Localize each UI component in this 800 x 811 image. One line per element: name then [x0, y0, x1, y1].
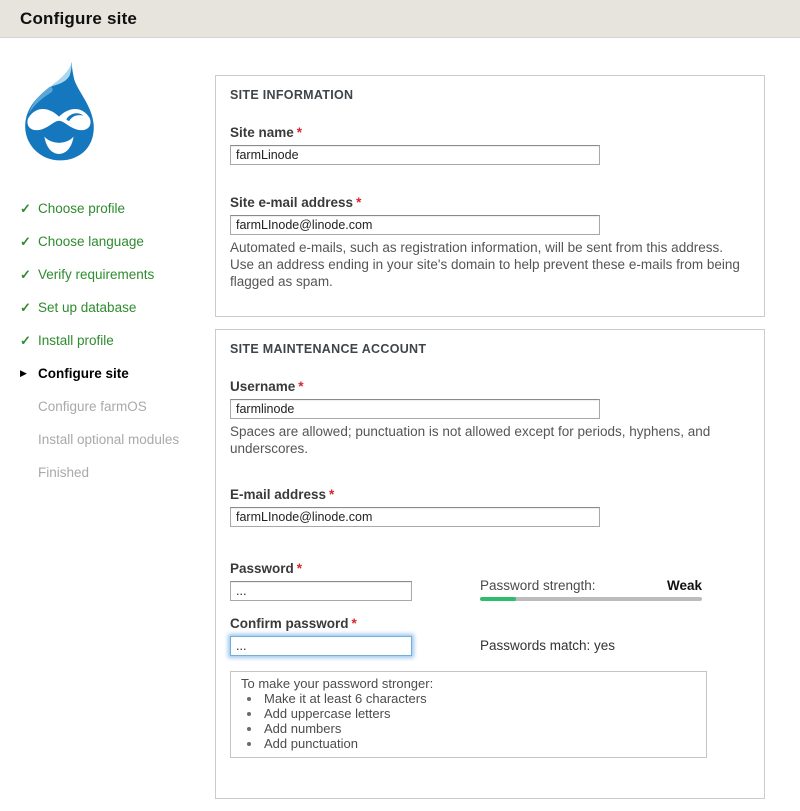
required-asterisk: * [297, 561, 302, 576]
password-tip-item: Make it at least 6 characters [262, 691, 696, 706]
account-email-label: E-mail address* [230, 487, 750, 502]
sidebar-step-label: Configure farmOS [38, 399, 147, 414]
confirm-password-label: Confirm password* [230, 616, 412, 631]
site-name-form-item: Site name* [230, 125, 750, 165]
site-name-label: Site name* [230, 125, 750, 140]
sidebar-step-label: Verify requirements [38, 267, 154, 282]
drupal-logo-icon [13, 62, 105, 164]
site-email-label: Site e-mail address* [230, 195, 750, 210]
check-icon: ✓ [20, 301, 38, 314]
password-strength-bar [480, 597, 702, 601]
passwords-match-status: Passwords match: yes [480, 638, 702, 653]
site-email-input[interactable] [230, 215, 600, 235]
sidebar-step-label: Choose language [38, 234, 144, 249]
password-strength-level: Weak [667, 578, 702, 593]
install-sidebar: ✓Choose profile✓Choose language✓Verify r… [0, 38, 215, 811]
required-asterisk: * [298, 379, 303, 394]
page-title: Configure site [20, 9, 137, 29]
required-asterisk: * [356, 195, 361, 210]
site-information-legend: SITE INFORMATION [230, 88, 750, 102]
password-strength-fill [480, 597, 516, 601]
check-icon: ✓ [20, 268, 38, 281]
sidebar-step-label: Set up database [38, 300, 136, 315]
maintenance-account-legend: SITE MAINTENANCE ACCOUNT [230, 342, 750, 356]
check-icon: ✓ [20, 202, 38, 215]
check-icon: ✓ [20, 334, 38, 347]
password-label: Password* [230, 561, 412, 576]
sidebar-step-choose-language: ✓Choose language [0, 225, 215, 258]
password-tip-item: Add numbers [262, 721, 696, 736]
username-form-item: Username* Spaces are allowed; punctuatio… [230, 379, 750, 457]
required-asterisk: * [352, 616, 357, 631]
sidebar-step-label: Configure site [38, 366, 129, 381]
password-strength-label: Password strength: [480, 578, 596, 593]
account-email-input[interactable] [230, 507, 600, 527]
password-row: Password* Password strength: Weak [230, 561, 750, 601]
sidebar-step-install-optional-modules: Install optional modules [0, 423, 215, 456]
check-icon: ✓ [20, 235, 38, 248]
site-email-form-item: Site e-mail address* Automated e-mails, … [230, 195, 750, 290]
username-input[interactable] [230, 399, 600, 419]
sidebar-step-finished: Finished [0, 456, 215, 489]
password-tip-item: Add punctuation [262, 736, 696, 751]
username-label: Username* [230, 379, 750, 394]
sidebar-step-configure-farmos: Configure farmOS [0, 390, 215, 423]
maintenance-account-fieldset: SITE MAINTENANCE ACCOUNT Username* Space… [215, 329, 765, 799]
password-tips-list: Make it at least 6 charactersAdd upperca… [241, 691, 696, 751]
password-tips-intro: To make your password stronger: [241, 676, 696, 691]
password-tips-box: To make your password stronger: Make it … [230, 671, 707, 758]
sidebar-step-label: Finished [38, 465, 89, 480]
sidebar-step-install-profile: ✓Install profile [0, 324, 215, 357]
site-name-input[interactable] [230, 145, 600, 165]
site-information-fieldset: SITE INFORMATION Site name* Site e-mail … [215, 75, 765, 317]
password-tip-item: Add uppercase letters [262, 706, 696, 721]
account-email-form-item: E-mail address* [230, 487, 750, 527]
sidebar-step-configure-site: ▶Configure site [0, 357, 215, 390]
sidebar-step-label: Choose profile [38, 201, 125, 216]
install-steps: ✓Choose profile✓Choose language✓Verify r… [0, 192, 215, 489]
confirm-password-row: Confirm password* Passwords match: yes [230, 616, 750, 656]
required-asterisk: * [329, 487, 334, 502]
sidebar-step-label: Install optional modules [38, 432, 179, 447]
sidebar-step-choose-profile: ✓Choose profile [0, 192, 215, 225]
arrow-right-icon: ▶ [20, 369, 38, 378]
password-input[interactable] [230, 581, 412, 601]
page-header: Configure site [0, 0, 800, 38]
site-email-description: Automated e-mails, such as registration … [230, 239, 750, 290]
sidebar-step-set-up-database: ✓Set up database [0, 291, 215, 324]
confirm-password-input[interactable] [230, 636, 412, 656]
sidebar-step-label: Install profile [38, 333, 114, 348]
sidebar-step-verify-requirements: ✓Verify requirements [0, 258, 215, 291]
username-description: Spaces are allowed; punctuation is not a… [230, 423, 750, 457]
main-content: SITE INFORMATION Site name* Site e-mail … [215, 38, 765, 811]
required-asterisk: * [297, 125, 302, 140]
